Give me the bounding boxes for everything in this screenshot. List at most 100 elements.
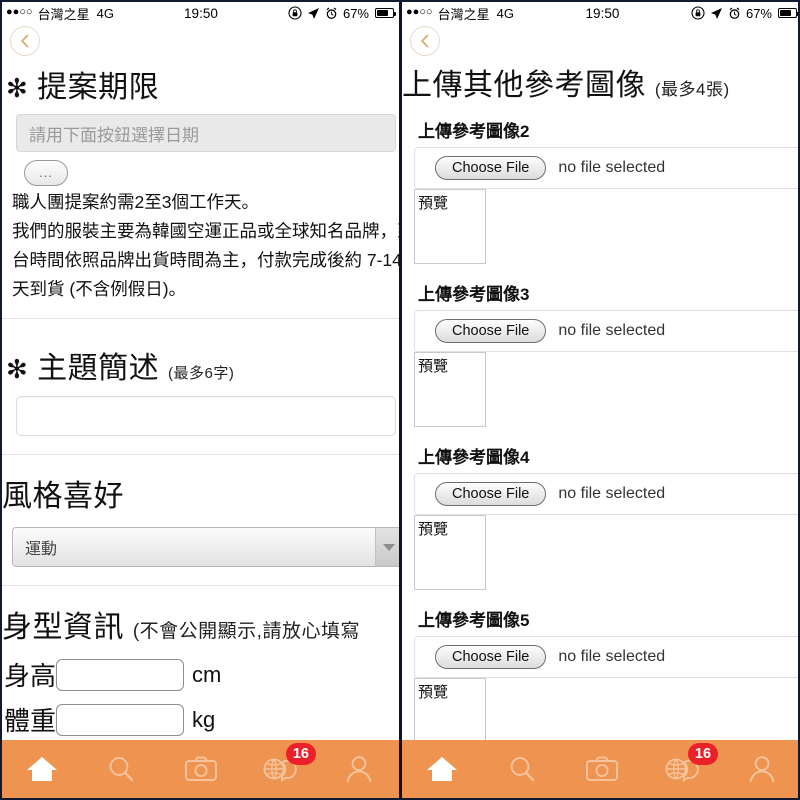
tab-camera[interactable] [161, 740, 240, 798]
left-phone-screen: ●●○○ 台灣之星 4G 19:50 67% ✻ 提案期限 請用下面按鈕選擇日期… [2, 2, 402, 798]
network-type: 4G [96, 5, 114, 21]
choose-file-button[interactable]: Choose File [435, 319, 547, 343]
chevron-down-icon[interactable] [375, 528, 399, 566]
upload-label: 上傳參考圖像2 [418, 122, 530, 141]
status-bar-left: ●●○○ 台灣之星 4G 19:50 67% [2, 2, 399, 24]
upload-page-title: 上傳其他參考圖像 (最多4張) [402, 60, 798, 104]
topic-section-title: ✻ 主題簡述 (最多6字) [6, 343, 399, 387]
file-status-text: no file selected [558, 159, 666, 176]
status-bar-right: ●●○○ 台灣之星 4G 19:50 67% [402, 2, 798, 24]
camera-icon [585, 755, 619, 783]
height-label: 身高 [4, 661, 57, 691]
camera-icon [184, 755, 218, 783]
body-title-hint: (不會公開顯示,請放心填寫 [132, 621, 360, 642]
battery-percentage: 67% [342, 5, 369, 21]
tab-search[interactable] [81, 740, 160, 798]
carrier-name: 台灣之星 [37, 6, 90, 22]
tab-profile[interactable] [320, 740, 399, 798]
back-button[interactable] [10, 26, 40, 56]
bottom-tab-bar-left: 16 [2, 740, 399, 798]
status-bar-indicators: 67% [288, 5, 396, 21]
deadline-title-text: 提案期限 [37, 71, 160, 104]
unread-badge: 16 [285, 743, 316, 765]
weight-input[interactable] [56, 703, 185, 736]
weight-row: 體重 kg [4, 701, 399, 738]
height-input[interactable] [56, 658, 185, 691]
deadline-note-line-1: 職人團提案約需2至3個工作天。 [12, 192, 259, 212]
weight-label: 體重 [4, 706, 57, 736]
required-star: ✻ [6, 354, 29, 384]
style-select-value: 運動 [25, 541, 58, 558]
status-bar-carrier-group: ●●○○ 台灣之星 4G [6, 4, 114, 23]
chevron-left-icon [421, 34, 429, 48]
file-input-row[interactable]: Choose File no file selected [414, 636, 798, 678]
home-icon [25, 754, 59, 784]
tab-home[interactable] [2, 740, 81, 798]
battery-percentage: 67% [745, 5, 772, 21]
home-icon [425, 754, 459, 784]
deadline-date-placeholder: 請用下面按鈕選擇日期 [29, 125, 199, 145]
file-input-row[interactable]: Choose File no file selected [414, 147, 798, 189]
deadline-note-line-4: 天到貨 (不含例假日)。 [12, 279, 187, 299]
deadline-section-title: ✻ 提案期限 [6, 62, 399, 106]
style-select[interactable]: 運動 [12, 527, 399, 567]
file-input-row[interactable]: Choose File no file selected [414, 310, 798, 352]
date-picker-button[interactable]: ... [24, 160, 68, 186]
rotation-lock-icon [691, 6, 705, 20]
preview-box: 預覽 [414, 189, 486, 264]
tab-camera[interactable] [562, 740, 642, 798]
upload-block: 上傳參考圖像2 Choose File no file selected 預覽 [402, 117, 798, 264]
profile-icon [344, 754, 374, 784]
tab-home[interactable] [402, 740, 482, 798]
search-icon [506, 754, 538, 784]
dual-screenshot-container: ●●○○ 台灣之星 4G 19:50 67% ✻ 提案期限 請用下面按鈕選擇日期… [0, 0, 800, 800]
upload-title-hint: (最多4張) [654, 80, 730, 99]
preview-box: 預覽 [414, 352, 486, 427]
profile-icon [747, 754, 777, 784]
style-section-title: 風格喜好 [2, 480, 124, 513]
file-input-row[interactable]: Choose File no file selected [414, 473, 798, 515]
body-section-title: 身型資訊 (不會公開顯示,請放心填寫 [2, 602, 399, 646]
chevron-left-icon [21, 34, 29, 48]
choose-file-button[interactable]: Choose File [435, 645, 547, 669]
choose-file-button[interactable]: Choose File [435, 482, 547, 506]
preview-box: 預覽 [414, 515, 486, 590]
nav-bar-left [2, 24, 399, 60]
signal-strength-dots: ●●○○ [6, 5, 33, 18]
search-icon [105, 754, 137, 784]
battery-icon [778, 8, 798, 18]
deadline-date-input[interactable]: 請用下面按鈕選擇日期 [16, 114, 396, 152]
deadline-note-line-2: 我們的服裝主要為韓國空運正品或全球知名品牌，到 [12, 221, 402, 241]
back-button[interactable] [410, 26, 440, 56]
file-status-text: no file selected [558, 485, 666, 502]
upload-label: 上傳參考圖像3 [418, 285, 530, 304]
alarm-clock-icon [325, 7, 338, 20]
status-bar-clock: 19:50 [184, 5, 218, 21]
topic-title-text: 主題簡述 [37, 352, 160, 385]
upload-page-content: 上傳其他參考圖像 (最多4張) 上傳參考圖像2 Choose File no f… [402, 60, 798, 753]
nav-bar-right [402, 24, 798, 60]
tab-profile[interactable] [722, 740, 798, 798]
weight-unit: kg [192, 706, 216, 732]
choose-file-button[interactable]: Choose File [435, 156, 547, 180]
status-bar-carrier-group: ●●○○ 台灣之星 4G [406, 4, 514, 23]
status-bar-clock: 19:50 [585, 5, 620, 21]
upload-block: 上傳參考圖像3 Choose File no file selected 預覽 [402, 280, 798, 427]
upload-title-text: 上傳其他參考圖像 [402, 69, 646, 102]
tab-messages[interactable]: 16 [240, 740, 319, 798]
location-arrow-icon [307, 7, 320, 20]
file-status-text: no file selected [558, 322, 666, 339]
status-bar-indicators: 67% [691, 5, 798, 21]
tab-search[interactable] [482, 740, 562, 798]
upload-block: 上傳參考圖像5 Choose File no file selected 預覽 [402, 606, 798, 753]
upload-label: 上傳參考圖像5 [418, 611, 530, 630]
unread-badge: 16 [688, 743, 718, 765]
network-type: 4G [496, 5, 514, 21]
topic-input[interactable] [16, 396, 396, 436]
signal-strength-dots: ●●○○ [406, 5, 433, 18]
tab-messages[interactable]: 16 [642, 740, 722, 798]
required-star: ✻ [6, 73, 29, 103]
topic-title-hint: (最多6字) [167, 365, 235, 382]
upload-block: 上傳參考圖像4 Choose File no file selected 預覽 [402, 443, 798, 590]
upload-label: 上傳參考圖像4 [418, 448, 530, 467]
